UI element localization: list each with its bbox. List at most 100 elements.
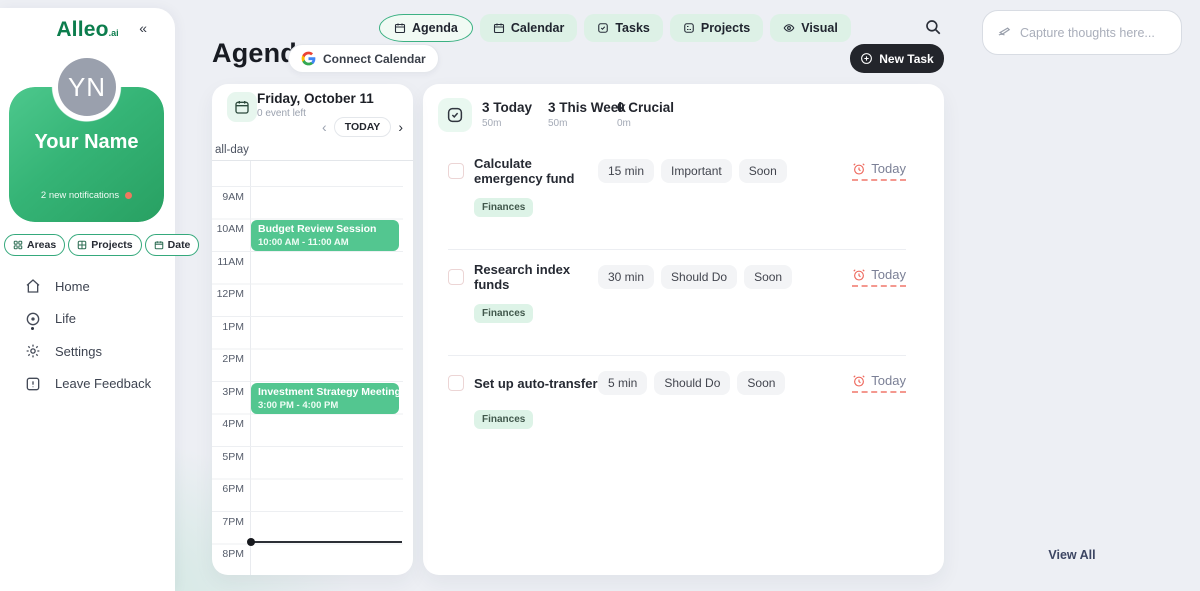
collapse-sidebar-icon[interactable]: «	[139, 20, 147, 36]
top-nav: Agenda Calendar Tasks Projects Visual	[379, 14, 851, 42]
task-checkbox[interactable]	[448, 375, 464, 391]
event-time: 10:00 AM - 11:00 AM	[258, 237, 392, 248]
tab-label: Projects	[701, 21, 750, 35]
calendar-icon	[154, 240, 164, 250]
view-all-link[interactable]: View All	[1012, 548, 1132, 562]
avatar: YN	[58, 58, 116, 116]
all-day-label: all-day	[215, 144, 249, 156]
calendar-event[interactable]: Investment Strategy Meeting 3:00 PM - 4:…	[251, 383, 399, 414]
new-task-label: New Task	[879, 52, 933, 66]
menu-label: Leave Feedback	[55, 376, 151, 391]
tab-label: Agenda	[412, 21, 458, 35]
new-task-button[interactable]: New Task	[850, 44, 944, 73]
life-indicator-dot	[31, 327, 34, 330]
stat-duration: 50m	[548, 118, 626, 129]
connect-calendar-label: Connect Calendar	[323, 52, 426, 66]
task-tag[interactable]: Finances	[474, 410, 533, 429]
due-date[interactable]: Today	[852, 373, 906, 393]
next-day-icon[interactable]: ›	[398, 120, 403, 134]
tab-projects[interactable]: Projects	[670, 14, 763, 42]
current-time-indicator	[251, 541, 402, 543]
filter-label: Areas	[27, 239, 56, 251]
sidebar-item-settings[interactable]: Settings	[25, 335, 165, 368]
projects-icon	[77, 240, 87, 250]
due-date[interactable]: Today	[852, 161, 906, 181]
sidebar-menu: Home Life Settings Leave Feedback	[25, 270, 165, 400]
areas-grid-icon	[13, 240, 23, 250]
hour-label: 8PM	[212, 548, 244, 560]
stat-duration: 0m	[617, 118, 674, 129]
duration-chip[interactable]: 30 min	[598, 265, 654, 289]
hour-label: 1PM	[212, 321, 244, 333]
stat-label: 3 Today	[482, 100, 532, 115]
pen-icon	[997, 25, 1012, 40]
tab-visual[interactable]: Visual	[770, 14, 851, 42]
stat-crucial: 0 Crucial 0m	[617, 100, 674, 129]
stat-this-week: 3 This Week 50m	[548, 100, 626, 129]
connect-calendar-button[interactable]: Connect Calendar	[288, 44, 439, 73]
tab-label: Tasks	[615, 21, 650, 35]
calendar-icon-box	[227, 92, 257, 122]
tab-calendar[interactable]: Calendar	[480, 14, 578, 42]
logo-suffix: .ai	[109, 28, 119, 38]
event-title: Budget Review Session	[258, 223, 392, 235]
tasks-icon-box	[438, 98, 472, 132]
sidebar: Alleo.ai « YN Your Name 2 new notificati…	[0, 8, 175, 591]
notification-dot-icon	[125, 192, 132, 199]
notifications-link[interactable]: 2 new notifications	[9, 190, 164, 201]
eye-icon	[783, 22, 795, 34]
current-time-dot	[247, 538, 255, 546]
stat-label: 3 This Week	[548, 100, 626, 115]
sidebar-item-feedback[interactable]: Leave Feedback	[25, 368, 165, 401]
sidebar-item-home[interactable]: Home	[25, 270, 165, 303]
event-title: Investment Strategy Meeting	[258, 386, 392, 398]
check-square-icon	[446, 106, 464, 124]
task-row: Calculate emergency fund 15 min Importan…	[448, 154, 906, 250]
task-tag[interactable]: Finances	[474, 198, 533, 217]
calendar-icon	[234, 99, 250, 115]
events-left: 0 event left	[257, 108, 306, 119]
task-checkbox[interactable]	[448, 269, 464, 285]
calendar-panel: Friday, October 11 0 event left ‹ TODAY …	[212, 84, 413, 575]
tab-label: Calendar	[511, 21, 565, 35]
hour-label: 9AM	[212, 191, 244, 203]
capture-thoughts-box	[982, 10, 1182, 55]
urgency-chip[interactable]: Soon	[744, 265, 792, 289]
filter-date[interactable]: Date	[145, 234, 200, 256]
duration-chip[interactable]: 5 min	[598, 371, 647, 395]
hour-label: 10AM	[212, 223, 244, 235]
menu-label: Home	[55, 279, 90, 294]
sidebar-item-life[interactable]: Life	[25, 303, 165, 336]
filter-areas[interactable]: Areas	[4, 234, 65, 256]
calendar-event[interactable]: Budget Review Session 10:00 AM - 11:00 A…	[251, 220, 399, 251]
hour-label: 12PM	[212, 288, 244, 300]
tab-agenda[interactable]: Agenda	[379, 14, 473, 42]
priority-chip[interactable]: Should Do	[661, 265, 737, 289]
filter-projects[interactable]: Projects	[68, 234, 141, 256]
task-tag[interactable]: Finances	[474, 304, 533, 323]
target-icon	[25, 311, 41, 327]
today-button[interactable]: TODAY	[334, 117, 392, 137]
priority-chip[interactable]: Important	[661, 159, 732, 183]
due-label: Today	[871, 373, 906, 388]
alarm-icon	[852, 268, 866, 282]
task-checkbox[interactable]	[448, 163, 464, 179]
tasks-panel: 3 Today 50m 3 This Week 50m 0 Crucial 0m…	[423, 84, 944, 575]
due-label: Today	[871, 161, 906, 176]
urgency-chip[interactable]: Soon	[737, 371, 785, 395]
due-date[interactable]: Today	[852, 267, 906, 287]
prev-day-icon[interactable]: ‹	[322, 120, 327, 134]
duration-chip[interactable]: 15 min	[598, 159, 654, 183]
hour-label: 4PM	[212, 418, 244, 430]
capture-thoughts-input[interactable]	[1020, 26, 1167, 40]
home-icon	[25, 278, 41, 294]
calendar-date: Friday, October 11	[257, 91, 374, 106]
tab-tasks[interactable]: Tasks	[584, 14, 663, 42]
search-icon[interactable]	[924, 18, 944, 38]
calendar-icon	[493, 22, 505, 34]
urgency-chip[interactable]: Soon	[739, 159, 787, 183]
stat-label: 0 Crucial	[617, 100, 674, 115]
menu-label: Settings	[55, 344, 102, 359]
priority-chip[interactable]: Should Do	[654, 371, 730, 395]
due-label: Today	[871, 267, 906, 282]
